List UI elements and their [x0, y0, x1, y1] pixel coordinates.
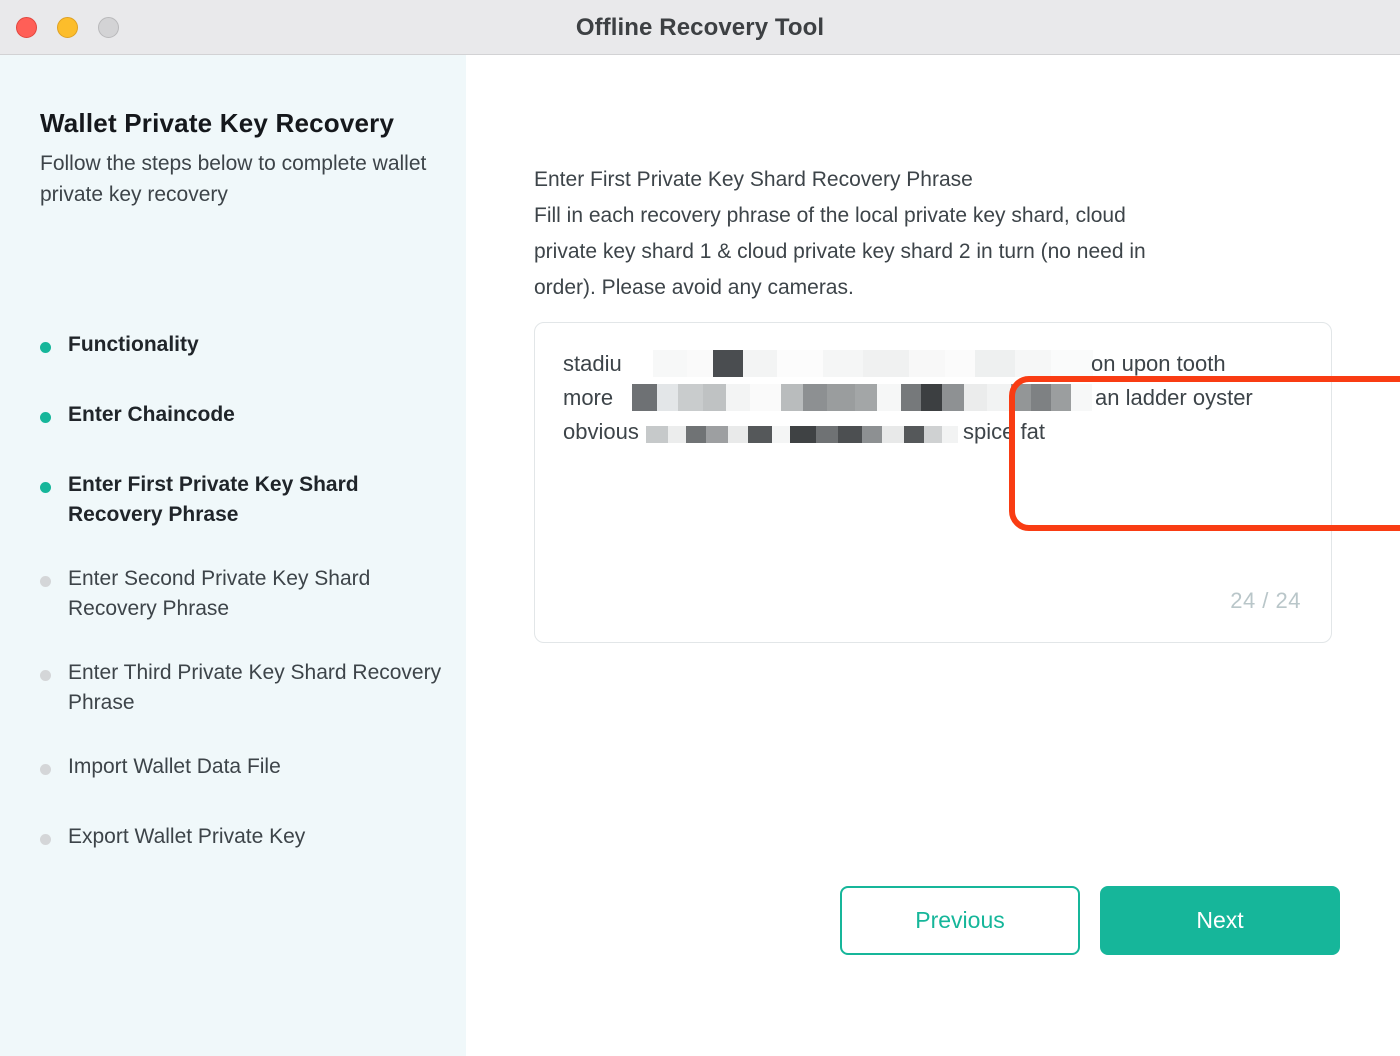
- phrase-line-2: more an ladder oyster: [563, 381, 1303, 415]
- step-status-dot-icon: [40, 482, 51, 493]
- sidebar-header: Wallet Private Key Recovery Follow the s…: [40, 108, 450, 210]
- word-counter: 24 / 24: [1230, 588, 1301, 613]
- description-line-3: order). Please avoid any cameras.: [534, 276, 854, 299]
- phrase-line-1-suffix: on upon tooth: [1091, 351, 1226, 376]
- sidebar-subtitle: Follow the steps below to complete walle…: [40, 152, 427, 206]
- title-bar: Offline Recovery Tool: [0, 0, 1400, 55]
- next-button[interactable]: Next: [1100, 886, 1340, 955]
- sidebar-step-first-shard[interactable]: Enter First Private Key Shard Recovery P…: [40, 470, 455, 530]
- redaction-mosaic-line-3: [646, 426, 958, 443]
- window-title: Offline Recovery Tool: [575, 14, 825, 41]
- step-status-dot-icon: [40, 412, 51, 423]
- main-content: Enter First Private Key Shard Recovery P…: [466, 55, 1400, 1056]
- step-list: Functionality Enter Chaincode Enter Firs…: [40, 330, 455, 858]
- step-label: Enter Chaincode: [68, 403, 235, 426]
- action-buttons: Previous Next: [840, 886, 1340, 955]
- step-label: Enter First Private Key Shard Recovery P…: [68, 473, 359, 526]
- app-window: Offline Recovery Tool Wallet Private Key…: [0, 0, 1400, 1056]
- main-heading: Enter First Private Key Shard Recovery P…: [534, 168, 973, 191]
- step-status-dot-icon: [40, 342, 51, 353]
- previous-button[interactable]: Previous: [840, 886, 1080, 955]
- redaction-mosaic-line-2: [632, 384, 1092, 411]
- sidebar-title: Wallet Private Key Recovery: [40, 108, 395, 138]
- phrase-line-3-suffix: spice fat: [963, 419, 1045, 444]
- phrase-line-3: obvious spice fat: [563, 415, 1303, 449]
- step-status-dot-icon: [40, 764, 51, 775]
- sidebar-step-functionality[interactable]: Functionality: [40, 330, 455, 366]
- recovery-phrase-text: stadiu on upon tooth more an ladder oyst…: [563, 347, 1303, 449]
- sidebar: Wallet Private Key Recovery Follow the s…: [0, 55, 466, 1056]
- phrase-line-2-prefix: more: [563, 385, 614, 410]
- sidebar-step-enter-chaincode[interactable]: Enter Chaincode: [40, 400, 455, 436]
- phrase-line-3-prefix: obvious: [563, 419, 639, 444]
- step-label: Enter Second Private Key Shard Recovery …: [68, 567, 371, 620]
- step-status-dot-icon: [40, 670, 51, 681]
- recovery-phrase-input[interactable]: stadiu on upon tooth more an ladder oyst…: [534, 322, 1332, 643]
- step-label: Enter Third Private Key Shard Recovery P…: [68, 661, 442, 714]
- phrase-line-2-suffix: an ladder oyster: [1095, 385, 1253, 410]
- phrase-line-1: stadiu on upon tooth: [563, 347, 1303, 381]
- redaction-mosaic-line-1: [653, 350, 1093, 377]
- step-label: Export Wallet Private Key: [68, 825, 306, 848]
- description-line-1: Fill in each recovery phrase of the loca…: [534, 204, 1126, 227]
- description-line-2: private key shard 1 & cloud private key …: [534, 240, 1146, 263]
- step-status-dot-icon: [40, 576, 51, 587]
- step-status-dot-icon: [40, 834, 51, 845]
- instructions: Enter First Private Key Shard Recovery P…: [534, 162, 1294, 306]
- step-label: Functionality: [68, 333, 199, 356]
- sidebar-step-import-wallet-data-file[interactable]: Import Wallet Data File: [40, 752, 455, 788]
- sidebar-step-export-wallet-private-key[interactable]: Export Wallet Private Key: [40, 822, 455, 858]
- phrase-line-1-prefix: stadiu: [563, 351, 622, 376]
- sidebar-step-third-shard[interactable]: Enter Third Private Key Shard Recovery P…: [40, 658, 455, 718]
- sidebar-step-second-shard[interactable]: Enter Second Private Key Shard Recovery …: [40, 564, 455, 624]
- step-label: Import Wallet Data File: [68, 755, 281, 778]
